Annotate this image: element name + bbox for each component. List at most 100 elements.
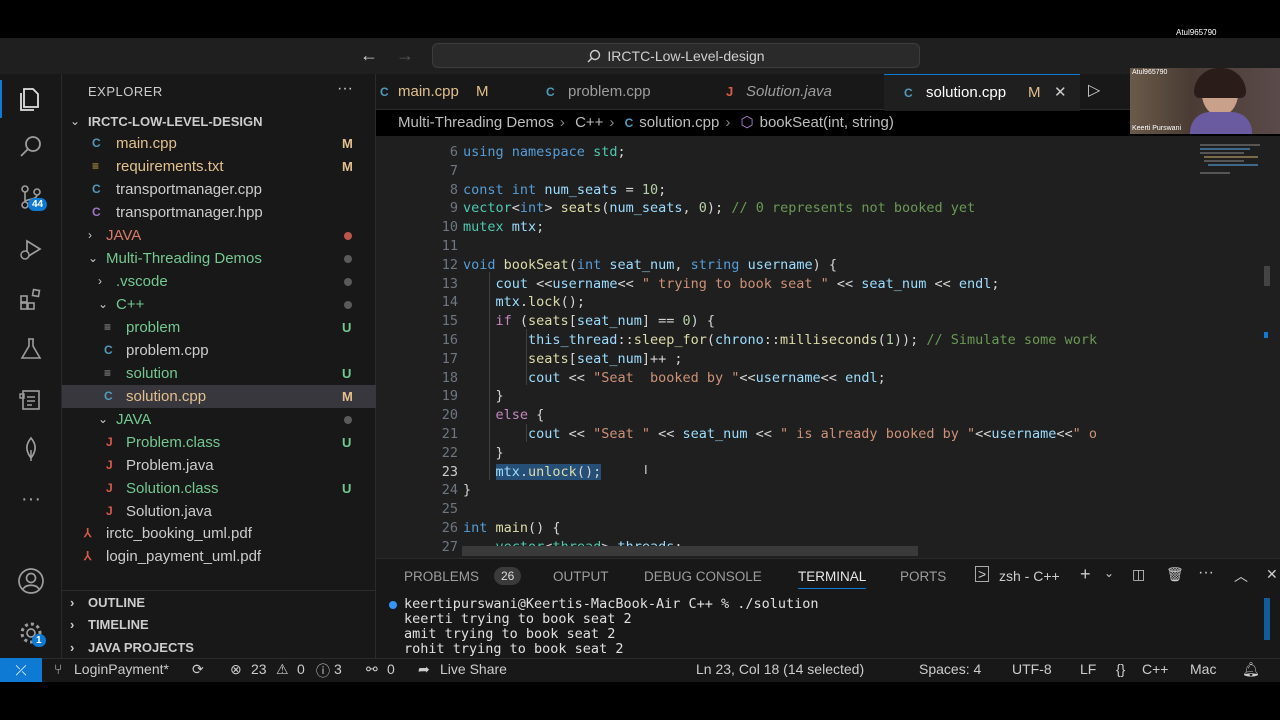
chevron-up-icon[interactable]: ︿ bbox=[1234, 566, 1248, 586]
git-branch[interactable]: LoginPayment* bbox=[74, 661, 169, 677]
explorer-files-icon[interactable] bbox=[16, 84, 46, 114]
sync-icon[interactable]: ⟳ bbox=[192, 661, 204, 678]
tree-folder-java-sub[interactable]: ⌄ JAVA bbox=[62, 408, 376, 431]
run-debug-icon[interactable] bbox=[16, 234, 46, 264]
ports-count[interactable]: 0 bbox=[387, 661, 395, 677]
tree-item-login-payment-pdf[interactable]: ⅄ login_payment_uml.pdf bbox=[62, 545, 376, 568]
tree-item-solution-class[interactable]: J Solution.class U bbox=[62, 477, 376, 500]
chevron-down-icon: ⌄ bbox=[88, 251, 99, 265]
search-icon bbox=[587, 49, 601, 62]
cursor-position[interactable]: Ln 23, Col 18 (14 selected) bbox=[696, 661, 864, 677]
manage-gear-icon[interactable]: 1 bbox=[16, 618, 46, 648]
tree-item-label: solution bbox=[126, 365, 178, 382]
tree-item-solution-java[interactable]: J Solution.java bbox=[62, 500, 376, 523]
minimap[interactable] bbox=[1192, 136, 1280, 558]
new-terminal-plus-icon[interactable]: + bbox=[1080, 564, 1091, 585]
command-center-text: IRCTC-Low-Level-design bbox=[607, 47, 765, 64]
command-center-search[interactable]: IRCTC-Low-Level-design bbox=[432, 43, 920, 68]
terminal-scrollbar[interactable] bbox=[1264, 598, 1270, 640]
terminal-shell-label[interactable]: zsh - C++ bbox=[999, 568, 1060, 584]
tree-item-label: Multi-Threading Demos bbox=[106, 250, 262, 267]
live-share[interactable]: Live Share bbox=[440, 661, 507, 677]
back-arrow-icon[interactable]: ← bbox=[360, 45, 378, 66]
line-number: 12 bbox=[441, 256, 458, 273]
tree-item-transportmanager-cpp[interactable]: C transportmanager.cpp bbox=[62, 178, 376, 201]
binary-file-icon: ≡ bbox=[104, 320, 112, 334]
tree-folder-vscode[interactable]: › .vscode bbox=[62, 270, 376, 293]
tab-terminal[interactable]: TERMINAL bbox=[798, 569, 867, 589]
more-views-icon[interactable]: ··· bbox=[16, 484, 46, 514]
accounts-icon[interactable] bbox=[16, 566, 46, 596]
tree-item-problem-cpp[interactable]: C problem.cpp bbox=[62, 339, 376, 362]
breadcrumb: Multi-Threading Demos › C++ › Csolution.cp… bbox=[398, 113, 900, 131]
tree-item-solution-cpp[interactable]: C solution.cpp M bbox=[62, 385, 376, 408]
tab-output[interactable]: OUTPUT bbox=[553, 569, 609, 584]
line-number: 25 bbox=[441, 501, 458, 518]
run-debug-icon[interactable]: ▷ bbox=[1088, 80, 1100, 100]
testing-flask-icon[interactable] bbox=[16, 334, 46, 364]
trash-icon[interactable]: 🗑 bbox=[1166, 566, 1184, 583]
indent-guide bbox=[526, 329, 527, 385]
tab-debug-console[interactable]: DEBUG CONSOLE bbox=[644, 569, 762, 584]
tree-item-transportmanager-hpp[interactable]: C transportmanager.hpp bbox=[62, 201, 376, 224]
error-count[interactable]: 23 bbox=[251, 661, 267, 677]
tab-solution-java[interactable]: J Solution.java bbox=[704, 74, 884, 110]
outline-section[interactable]: › OUTLINE bbox=[62, 590, 376, 614]
cpp-file-icon: C bbox=[904, 86, 913, 100]
breadcrumb-item[interactable]: solution.cpp bbox=[639, 114, 719, 131]
timeline-section[interactable]: › TIMELINE bbox=[62, 613, 376, 636]
explorer-root-folder[interactable]: ⌄ IRCTC-LOW-LEVEL-DESIGN bbox=[62, 110, 376, 133]
info-count[interactable]: 3 bbox=[334, 661, 342, 677]
tree-item-problem-java[interactable]: J Problem.java bbox=[62, 454, 376, 477]
tab-status: M bbox=[1028, 84, 1041, 101]
java-projects-section[interactable]: › JAVA PROJECTS bbox=[62, 636, 376, 659]
tab-problems[interactable]: PROBLEMS bbox=[404, 569, 479, 584]
terminal-line: keerti trying to book seat 2 bbox=[404, 611, 632, 627]
braces-icon: {} bbox=[1116, 661, 1126, 677]
more-actions-icon[interactable]: ··· bbox=[337, 80, 353, 98]
language-mode[interactable]: C++ bbox=[1142, 661, 1168, 677]
breadcrumb-item[interactable]: Multi-Threading Demos bbox=[398, 114, 554, 131]
notifications-bell-icon[interactable]: 🔔︎ bbox=[1242, 661, 1260, 678]
horizontal-scrollbar[interactable] bbox=[462, 546, 918, 556]
more-actions-icon[interactable]: ··· bbox=[1198, 564, 1214, 582]
tree-item-main-cpp[interactable]: C main.cpp M bbox=[62, 132, 376, 155]
extensions-icon[interactable] bbox=[16, 284, 46, 314]
split-terminal-icon[interactable]: ◫ bbox=[1132, 566, 1145, 583]
source-control-icon[interactable]: 44 bbox=[16, 182, 48, 212]
chevron-down-icon[interactable]: ⌄ bbox=[1104, 566, 1114, 580]
remote-indicator-icon[interactable]: ⤫ bbox=[0, 658, 42, 682]
chevron-right-icon: › bbox=[725, 114, 731, 131]
tab-problem-cpp[interactable]: C problem.cpp bbox=[526, 74, 704, 110]
tree-item-requirements[interactable]: ≡ requirements.txt M bbox=[62, 155, 376, 178]
mongodb-leaf-icon[interactable] bbox=[16, 434, 46, 464]
status-dot bbox=[344, 301, 352, 309]
tree-folder-cpp[interactable]: ⌄ C++ bbox=[62, 293, 376, 316]
tab-solution-cpp[interactable]: C solution.cpp M ✕ bbox=[884, 74, 1080, 111]
tree-item-problem-class[interactable]: J Problem.class U bbox=[62, 431, 376, 454]
chevron-right-icon: › bbox=[70, 640, 75, 655]
breadcrumb-item[interactable]: C++ bbox=[575, 114, 603, 131]
line-number: 15 bbox=[441, 313, 458, 330]
tab-main-cpp[interactable]: C main.cpp M bbox=[376, 74, 526, 110]
breadcrumb-item[interactable]: bookSeat(int, string) bbox=[760, 114, 894, 131]
tree-item-problem[interactable]: ≡ problem U bbox=[62, 316, 376, 339]
warning-count[interactable]: 0 bbox=[297, 661, 305, 677]
close-panel-icon[interactable]: ✕ bbox=[1266, 566, 1278, 583]
tree-item-irctc-booking-pdf[interactable]: ⅄ irctc_booking_uml.pdf bbox=[62, 522, 376, 545]
search-icon[interactable] bbox=[16, 132, 46, 162]
terminal-prompt-dot bbox=[389, 601, 397, 609]
platform[interactable]: Mac bbox=[1190, 661, 1216, 677]
tree-folder-java[interactable]: › JAVA bbox=[62, 224, 376, 247]
tree-item-solution[interactable]: ≡ solution U bbox=[62, 362, 376, 385]
tab-ports[interactable]: PORTS bbox=[900, 569, 946, 584]
tree-folder-multithreading[interactable]: ⌄ Multi-Threading Demos bbox=[62, 247, 376, 270]
indentation[interactable]: Spaces: 4 bbox=[919, 661, 981, 677]
close-tab-icon[interactable]: ✕ bbox=[1054, 75, 1067, 111]
remote-explorer-icon[interactable] bbox=[16, 384, 46, 414]
code-line: } bbox=[463, 482, 472, 499]
file-encoding[interactable]: UTF-8 bbox=[1012, 661, 1052, 677]
forward-arrow-icon[interactable]: → bbox=[396, 45, 414, 66]
end-of-line[interactable]: LF bbox=[1080, 661, 1096, 677]
code-line: mutex mtx; bbox=[463, 219, 545, 236]
